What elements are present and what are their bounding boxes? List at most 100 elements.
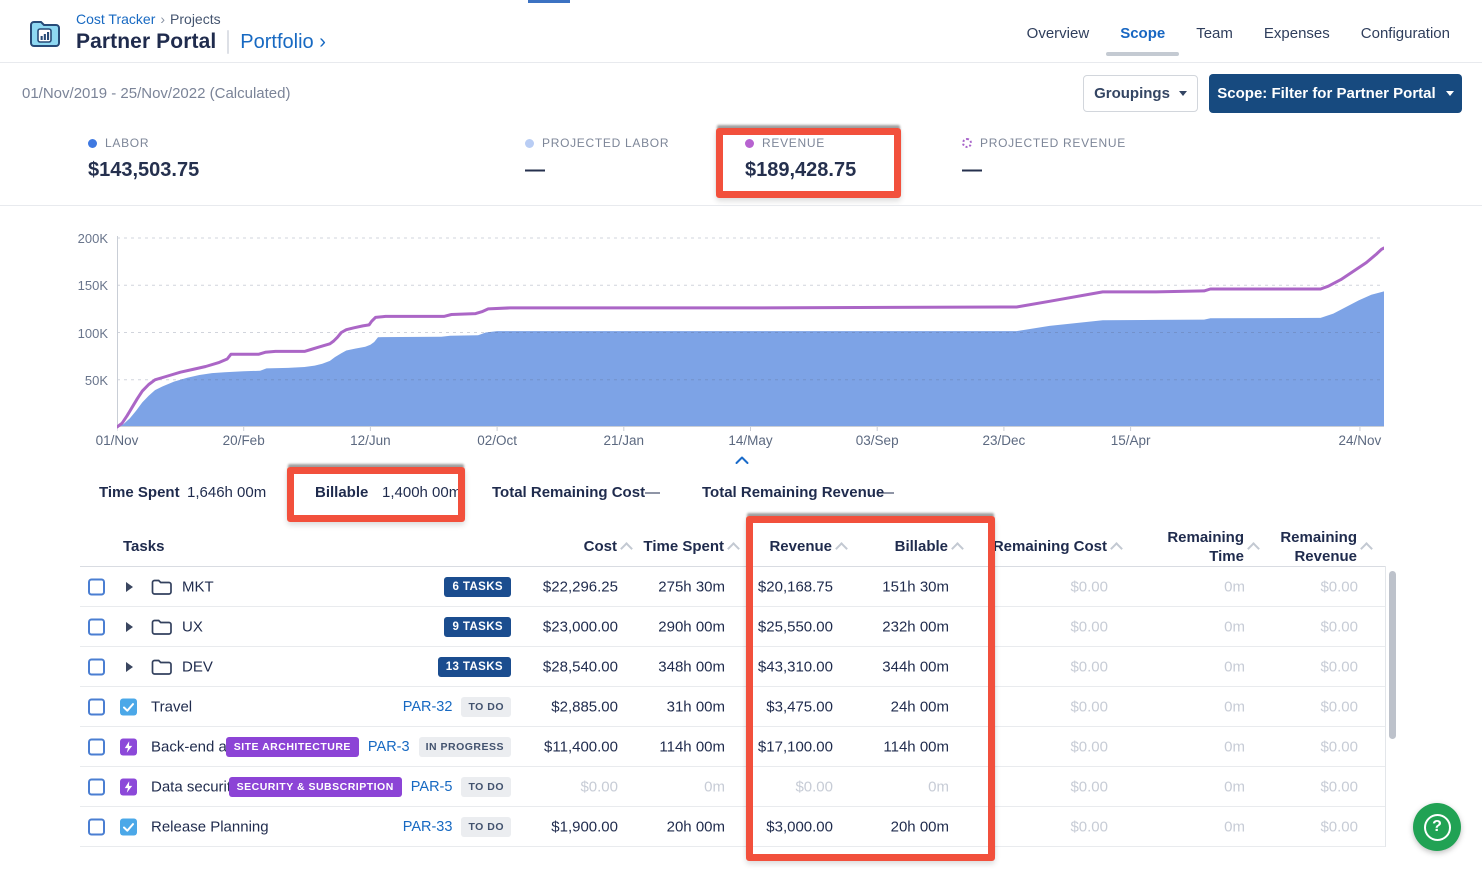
issue-key-link[interactable]: PAR-32	[403, 699, 453, 715]
cell-cost: $28,540.00	[543, 658, 618, 675]
legend-item-projected-revenue[interactable]: PROJECTED REVENUE—	[962, 136, 1126, 182]
y-tick-label: 100K	[58, 326, 108, 341]
scope-filter-button[interactable]: Scope: Filter for Partner Portal	[1209, 74, 1462, 113]
tab-team[interactable]: Team	[1196, 25, 1233, 56]
table-scrollbar-thumb[interactable]	[1389, 571, 1396, 739]
x-tick-label: 23/Dec	[983, 433, 1026, 448]
cell-bill: 232h 00m	[882, 618, 949, 635]
task-count-badge: 13 TASKS	[438, 657, 511, 677]
legend-item-revenue[interactable]: REVENUE $189,428.75	[745, 136, 856, 182]
cell-bill: 20h 00m	[891, 818, 949, 835]
stat-label-time-spent: Time Spent	[99, 484, 180, 501]
group-name: DEV	[182, 658, 213, 675]
row-checkbox[interactable]	[88, 658, 105, 675]
label-lozenge: SITE ARCHITECTURE	[226, 737, 359, 757]
x-tick-label: 01/Nov	[96, 433, 139, 448]
cell-rev: $43,310.00	[758, 658, 833, 675]
row-checkbox[interactable]	[88, 578, 105, 595]
column-header-billable[interactable]: Billable	[895, 538, 962, 555]
status-lozenge: TO DO	[461, 777, 511, 797]
expand-row-icon[interactable]	[126, 622, 133, 632]
cell-time: 290h 00m	[658, 618, 725, 635]
row-checkbox[interactable]	[88, 618, 105, 635]
cell-rtime: 0m	[1224, 738, 1245, 755]
row-checkbox[interactable]	[88, 738, 105, 755]
legend-value: —	[525, 159, 669, 182]
groupings-button[interactable]: Groupings	[1083, 75, 1198, 112]
column-header-revenue[interactable]: Revenue	[769, 538, 846, 555]
column-header-remaining-revenue[interactable]: Remaining Revenue	[1273, 528, 1371, 566]
column-header-time-spent[interactable]: Time Spent	[643, 538, 738, 555]
cell-bill: 344h 00m	[882, 658, 949, 675]
legend-label: REVENUE	[762, 136, 825, 150]
task-type-icon	[120, 818, 137, 835]
row-checkbox[interactable]	[88, 778, 105, 795]
stat-label-total-remaining-revenue: Total Remaining Revenue	[702, 484, 884, 501]
breadcrumb-cost-tracker-link[interactable]: Cost Tracker	[76, 11, 155, 27]
y-tick-label: 200K	[58, 231, 108, 246]
cell-bill: 24h 00m	[891, 698, 949, 715]
stat-value-total-remaining-cost: —	[645, 484, 660, 501]
expand-row-icon[interactable]	[126, 582, 133, 592]
status-lozenge: IN PROGRESS	[419, 737, 511, 757]
row-checkbox[interactable]	[88, 818, 105, 835]
column-header-remaining-time[interactable]: Remaining Time	[1160, 528, 1258, 566]
collapse-chart-button[interactable]	[729, 452, 755, 468]
legend-item-labor[interactable]: LABOR$143,503.75	[88, 136, 199, 182]
table-row: Back-end and f...SITE ARCHITECTUREPAR-3I…	[80, 727, 1385, 767]
sort-caret-icon	[951, 542, 964, 555]
legend-item-projected-labor[interactable]: PROJECTED LABOR —	[525, 136, 669, 182]
cell-rcost: $0.00	[1070, 778, 1108, 795]
cell-bill: 114h 00m	[883, 738, 949, 755]
legend-label: PROJECTED REVENUE	[980, 136, 1126, 150]
row-meta: SECURITY & SUBSCRIPTIONPAR-5TO DO	[229, 777, 511, 797]
epic-type-icon	[120, 778, 137, 795]
column-header-cost[interactable]: Cost	[584, 538, 631, 555]
tab-configuration[interactable]: Configuration	[1361, 25, 1450, 56]
issue-key-link[interactable]: PAR-3	[368, 739, 410, 755]
sort-caret-icon	[835, 542, 848, 555]
cell-rtime: 0m	[1224, 818, 1245, 835]
y-tick-label: 150K	[58, 278, 108, 293]
column-header-tasks: Tasks	[123, 538, 164, 555]
portfolio-link[interactable]: Portfolio ›	[240, 31, 326, 54]
column-header-remaining-cost[interactable]: Remaining Cost	[993, 538, 1121, 555]
legend-label: LABOR	[105, 136, 149, 150]
row-meta: PAR-33 TO DO	[403, 817, 511, 837]
cell-time: 31h 00m	[667, 698, 725, 715]
tab-overview[interactable]: Overview	[1027, 25, 1090, 56]
issue-key-link[interactable]: PAR-33	[403, 819, 453, 835]
table-row: MKT6 TASKS$22,296.25275h 30m$20,168.7515…	[80, 567, 1385, 607]
legend-value: $189,428.75	[745, 159, 856, 182]
expand-row-icon[interactable]	[126, 662, 133, 672]
stat-value-billable: 1,400h 00m	[382, 484, 461, 501]
x-tick-label: 21/Jan	[604, 433, 645, 448]
row-meta: 13 TASKS	[438, 657, 511, 677]
cell-bill: 151h 30m	[882, 578, 949, 595]
top-accent-bar	[528, 0, 570, 3]
x-tick-label: 14/May	[728, 433, 772, 448]
x-tick-label: 20/Feb	[223, 433, 265, 448]
labor-marker-icon	[88, 139, 97, 148]
issue-key-link[interactable]: PAR-5	[411, 779, 453, 795]
stat-value-time-spent: 1,646h 00m	[187, 484, 266, 501]
tab-scope[interactable]: Scope	[1120, 25, 1165, 56]
tab-expenses[interactable]: Expenses	[1264, 25, 1330, 56]
help-button[interactable]: ?	[1413, 803, 1461, 851]
project-folder-icon	[29, 13, 61, 51]
cell-rrev: $0.00	[1320, 578, 1358, 595]
cell-cost: $22,296.25	[543, 578, 618, 595]
question-mark-icon: ?	[1424, 814, 1451, 841]
cell-rtime: 0m	[1224, 778, 1245, 795]
labor-area-series	[117, 291, 1384, 427]
row-checkbox[interactable]	[88, 698, 105, 715]
x-tick-label: 12/Jun	[350, 433, 391, 448]
cell-cost: $1,900.00	[551, 818, 618, 835]
cell-time: 20h 00m	[667, 818, 725, 835]
stat-value-total-remaining-revenue: —	[879, 484, 894, 501]
revenue-marker-icon	[745, 139, 754, 148]
legend-label: PROJECTED LABOR	[542, 136, 669, 150]
breadcrumb-projects[interactable]: Projects	[170, 11, 221, 27]
status-lozenge: TO DO	[461, 817, 511, 837]
page-title: Partner Portal	[76, 30, 216, 54]
